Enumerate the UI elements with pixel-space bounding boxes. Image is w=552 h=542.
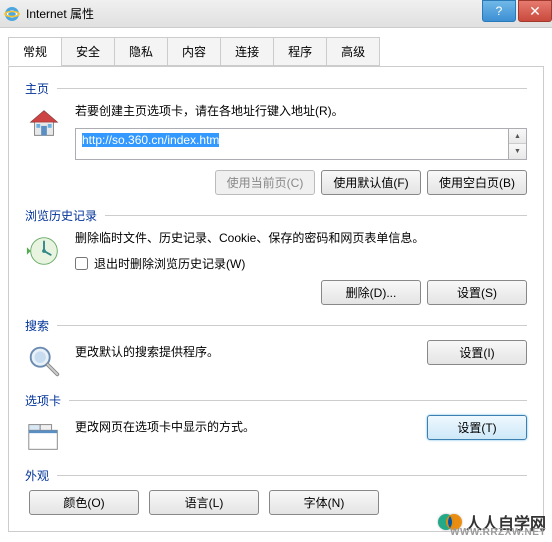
language-button[interactable]: 语言(L) <box>149 490 259 515</box>
tab-advanced[interactable]: 高级 <box>326 37 380 66</box>
font-button[interactable]: 字体(N) <box>269 490 379 515</box>
homepage-title: 主页 <box>25 80 49 97</box>
tabs-desc: 更改网页在选项卡中显示的方式。 <box>75 419 255 436</box>
close-button[interactable]: ✕ <box>518 0 552 22</box>
window-controls: ? ✕ <box>482 0 552 22</box>
exit-delete-checkbox-row[interactable]: 退出时删除浏览历史记录(W) <box>75 255 527 272</box>
appearance-section: 外观 颜色(O) 语言(L) 字体(N) <box>25 467 527 515</box>
use-blank-button[interactable]: 使用空白页(B) <box>427 170 527 195</box>
spin-down[interactable]: ▼ <box>509 144 526 159</box>
homepage-section: 主页 若要创建主页选项卡，请在各地址行键入地址(R)。 http://so.36… <box>25 80 527 195</box>
tab-programs[interactable]: 程序 <box>273 37 327 66</box>
delete-button[interactable]: 删除(D)... <box>321 280 421 305</box>
history-settings-button[interactable]: 设置(S) <box>427 280 527 305</box>
divider <box>69 400 527 401</box>
spin-up[interactable]: ▲ <box>509 129 526 145</box>
home-icon <box>25 105 63 143</box>
general-panel: 主页 若要创建主页选项卡，请在各地址行键入地址(R)。 http://so.36… <box>8 66 544 532</box>
tab-privacy[interactable]: 隐私 <box>114 37 168 66</box>
tab-connections[interactable]: 连接 <box>220 37 274 66</box>
search-title: 搜索 <box>25 317 49 334</box>
color-button[interactable]: 颜色(O) <box>29 490 139 515</box>
homepage-desc: 若要创建主页选项卡，请在各地址行键入地址(R)。 <box>75 103 527 120</box>
search-section: 搜索 更改默认的搜索提供程序。 设置(I) <box>25 317 527 380</box>
history-title: 浏览历史记录 <box>25 207 97 224</box>
search-settings-button[interactable]: 设置(I) <box>427 340 527 365</box>
exit-delete-checkbox[interactable] <box>75 257 88 270</box>
window-title: Internet 属性 <box>26 5 94 22</box>
tab-security[interactable]: 安全 <box>61 37 115 66</box>
url-spinner: ▲ ▼ <box>509 128 527 160</box>
divider <box>57 88 527 89</box>
tab-content[interactable]: 内容 <box>167 37 221 66</box>
use-current-button: 使用当前页(C) <box>215 170 315 195</box>
tabs-icon <box>25 417 63 455</box>
homepage-url-input[interactable]: http://so.360.cn/index.htm <box>75 128 509 160</box>
tabs-settings-button[interactable]: 设置(T) <box>427 415 527 440</box>
tabs-title: 选项卡 <box>25 392 61 409</box>
tab-strip: 常规 安全 隐私 内容 连接 程序 高级 <box>8 37 544 67</box>
ie-icon <box>4 6 20 22</box>
history-desc: 删除临时文件、历史记录、Cookie、保存的密码和网页表单信息。 <box>75 230 527 247</box>
history-section: 浏览历史记录 删除临时文件、历史记录、Cookie、保存的密码和网页表单信息。 … <box>25 207 527 305</box>
search-desc: 更改默认的搜索提供程序。 <box>75 344 219 361</box>
help-button[interactable]: ? <box>482 0 516 22</box>
tab-general[interactable]: 常规 <box>8 37 62 66</box>
titlebar: Internet 属性 ? ✕ <box>0 0 552 28</box>
appearance-title: 外观 <box>25 467 49 484</box>
history-icon <box>25 232 63 270</box>
divider <box>105 215 527 216</box>
tabs-section: 选项卡 更改网页在选项卡中显示的方式。 设置(T) <box>25 392 527 455</box>
search-icon <box>25 342 63 380</box>
use-default-button[interactable]: 使用默认值(F) <box>321 170 421 195</box>
divider <box>57 475 527 476</box>
divider <box>57 325 527 326</box>
exit-delete-label: 退出时删除浏览历史记录(W) <box>94 255 245 272</box>
